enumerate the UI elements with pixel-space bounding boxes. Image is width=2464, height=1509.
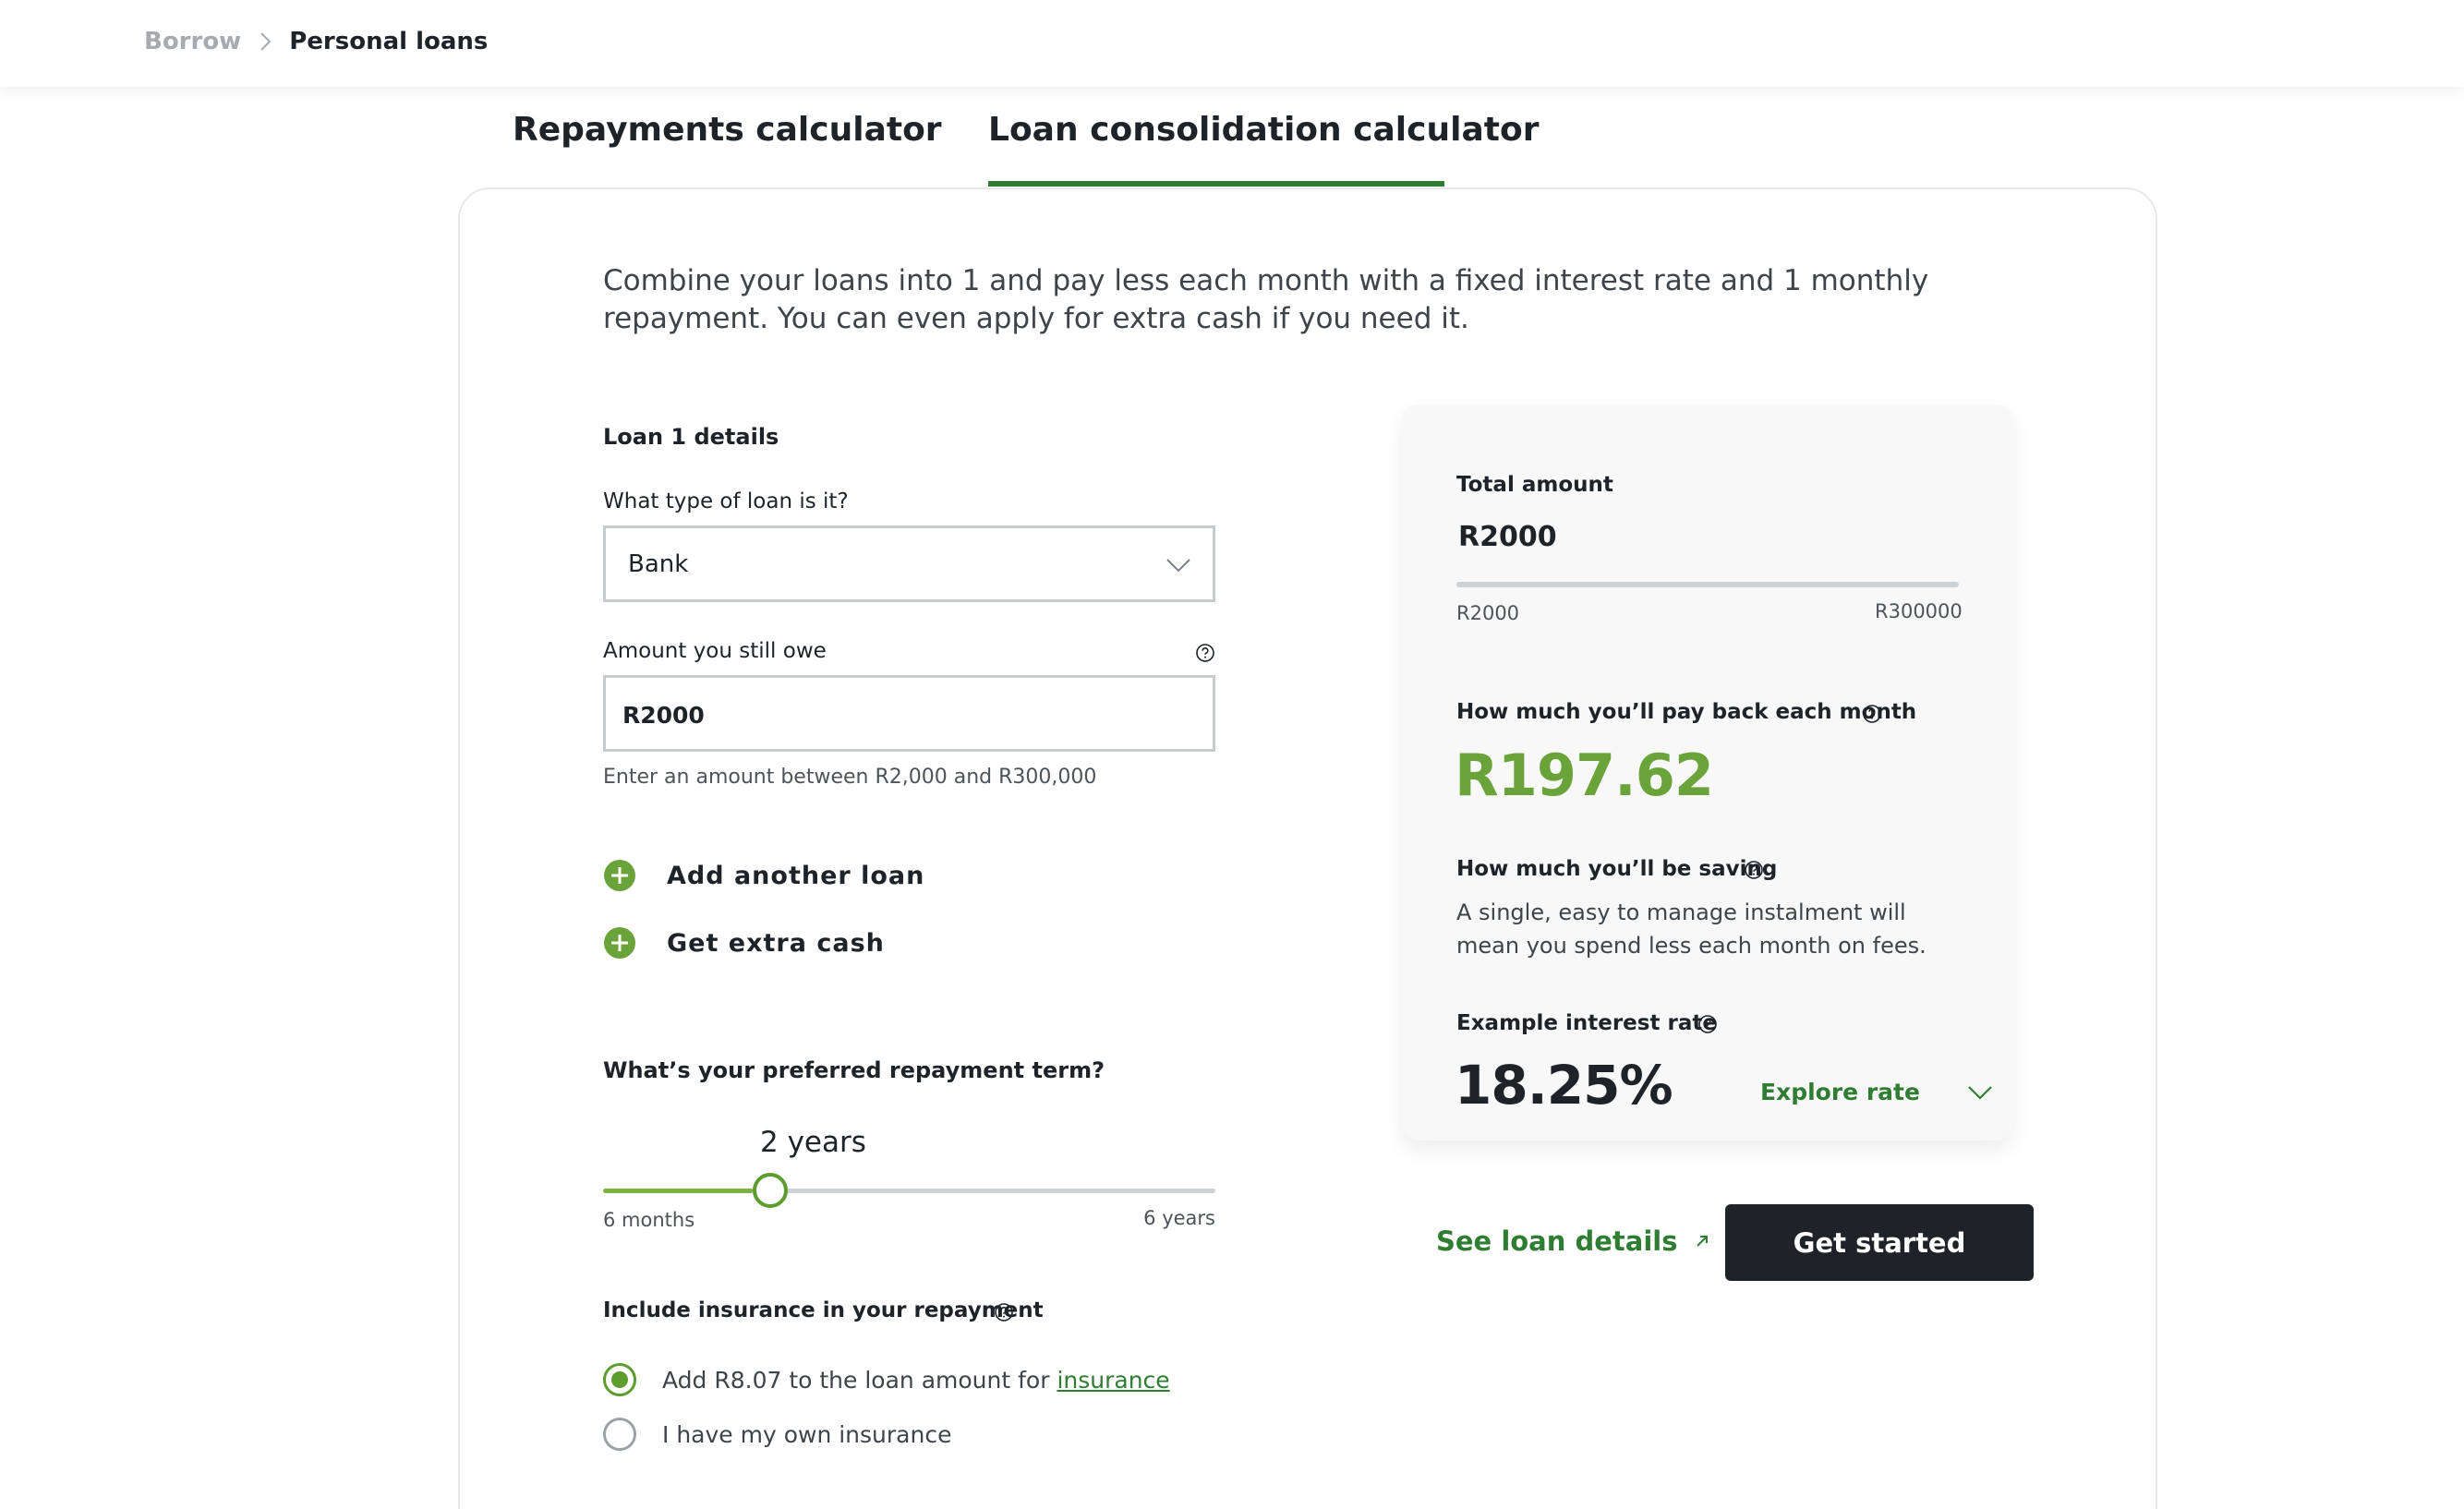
explore-rate-toggle[interactable]: Explore rate xyxy=(1760,1079,1994,1105)
explore-rate-label: Explore rate xyxy=(1760,1079,1920,1105)
insurance-radio-own[interactable] xyxy=(603,1418,636,1451)
help-icon[interactable] xyxy=(994,1302,1014,1322)
repayment-term-slider[interactable] xyxy=(603,1173,1215,1208)
saving-description: A single, easy to manage instalment will… xyxy=(1456,899,1927,959)
active-tab-indicator xyxy=(988,181,1444,187)
breadcrumb-borrow[interactable]: Borrow xyxy=(144,28,241,55)
tab-repayments-calculator[interactable]: Repayments calculator xyxy=(513,111,942,149)
tab-loan-consolidation-calculator[interactable]: Loan consolidation calculator xyxy=(988,111,1539,149)
help-icon[interactable] xyxy=(1195,643,1215,663)
monthly-repayment-label-text: How much you’ll pay back each month xyxy=(1456,700,1917,724)
insurance-option-add[interactable]: Add R8.07 to the loan amount for insuran… xyxy=(603,1363,1170,1396)
insurance-heading-text: Include insurance in your repayment xyxy=(603,1298,1044,1322)
chevron-down-icon xyxy=(1166,559,1190,573)
intro-text: Combine your loans into 1 and pay less e… xyxy=(603,264,1929,335)
repayment-term-heading: What’s your preferred repayment term? xyxy=(603,1057,1105,1083)
amount-owe-hint: Enter an amount between R2,000 and R300,… xyxy=(603,766,1097,789)
breadcrumb-personal-loans: Personal loans xyxy=(289,28,489,55)
repayment-term-slider-handle[interactable] xyxy=(752,1173,788,1208)
insurance-radio-add[interactable] xyxy=(603,1363,636,1396)
add-another-loan-label: Add another loan xyxy=(667,861,925,890)
total-amount-label: Total amount xyxy=(1456,473,1613,497)
term-max-label: 6 years xyxy=(1143,1207,1215,1229)
term-min-label: 6 months xyxy=(603,1209,695,1231)
see-loan-details-link[interactable]: See loan details xyxy=(1436,1225,1711,1257)
external-link-arrow-icon xyxy=(1696,1236,1708,1247)
interest-rate-value: 18.25% xyxy=(1455,1054,1673,1117)
chevron-right-icon xyxy=(260,32,272,51)
monthly-repayment-value: R197.62 xyxy=(1455,742,1714,809)
help-icon[interactable] xyxy=(1697,1014,1718,1034)
see-loan-details-label: See loan details xyxy=(1436,1225,1678,1257)
amount-owe-label: Amount you still owe xyxy=(603,639,827,663)
breadcrumb: Borrow Personal loans xyxy=(144,28,488,55)
total-amount-max: R300000 xyxy=(1875,600,1963,622)
total-amount-min: R2000 xyxy=(1456,602,1520,624)
interest-rate-label: Example interest rate xyxy=(1456,1011,1717,1035)
insurance-option-add-text: Add R8.07 to the loan amount for xyxy=(662,1366,1057,1394)
get-extra-cash-label: Get extra cash xyxy=(667,928,885,958)
summary-panel: Total amount R2000 R2000 R300000 How muc… xyxy=(1402,404,2013,1141)
insurance-option-add-label: Add R8.07 to the loan amount for insuran… xyxy=(662,1367,1170,1394)
loan-details-heading: Loan 1 details xyxy=(603,424,779,450)
saving-label-text: How much you’ll be saving xyxy=(1456,857,1778,881)
monthly-repayment-label: How much you’ll pay back each month xyxy=(1456,700,1916,724)
loan-type-label: What type of loan is it? xyxy=(603,489,849,513)
loan-type-value: Bank xyxy=(628,550,689,578)
help-icon[interactable] xyxy=(1862,704,1882,724)
amount-owe-input[interactable] xyxy=(622,696,1177,733)
insurance-option-own-label: I have my own insurance xyxy=(662,1420,952,1448)
interest-rate-label-text: Example interest rate xyxy=(1456,1011,1717,1035)
plus-circle-icon xyxy=(604,927,635,959)
add-another-loan-button[interactable]: Add another loan xyxy=(603,859,924,892)
insurance-option-own[interactable]: I have my own insurance xyxy=(603,1418,951,1451)
amount-owe-field[interactable] xyxy=(603,675,1215,752)
chevron-down-icon xyxy=(1968,1085,1992,1100)
total-amount-bar xyxy=(1456,582,1959,587)
loan-type-select[interactable]: Bank xyxy=(603,525,1215,602)
plus-circle-icon xyxy=(604,860,635,891)
total-amount-value: R2000 xyxy=(1458,521,1557,553)
top-header: Borrow Personal loans xyxy=(0,0,2464,87)
get-extra-cash-button[interactable]: Get extra cash xyxy=(603,926,885,960)
get-started-button[interactable]: Get started xyxy=(1725,1204,2034,1281)
repayment-term-value: 2 years xyxy=(760,1126,866,1159)
saving-label: How much you’ll be saving xyxy=(1456,857,1777,881)
insurance-link[interactable]: insurance xyxy=(1057,1367,1169,1394)
repayment-term-slider-fill xyxy=(603,1189,753,1193)
insurance-heading: Include insurance in your repayment xyxy=(603,1298,1044,1322)
help-icon[interactable] xyxy=(1744,860,1764,880)
